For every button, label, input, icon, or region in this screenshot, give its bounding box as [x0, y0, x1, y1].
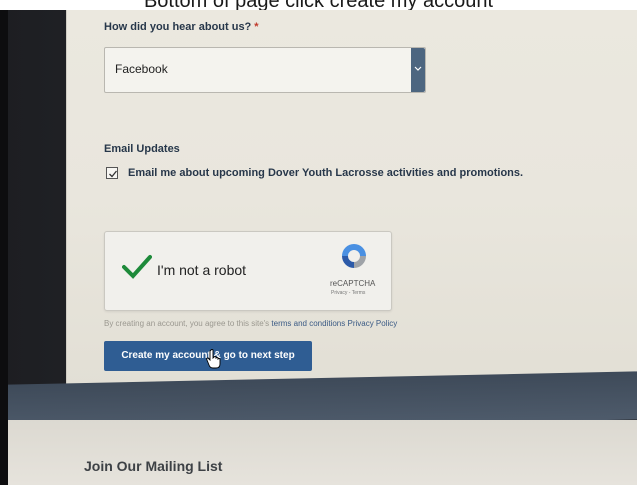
- referral-select[interactable]: Facebook: [104, 47, 426, 93]
- lower-page-section: [8, 420, 637, 485]
- referral-question-label: How did you hear about us? *: [104, 21, 259, 33]
- instruction-caption: Bottom of page click create my account: [0, 0, 637, 10]
- monitor-bezel: [0, 10, 8, 485]
- privacy-policy-link[interactable]: Privacy Policy: [347, 319, 397, 328]
- terms-link[interactable]: terms and conditions: [271, 319, 345, 328]
- checkmark-icon: [109, 170, 118, 178]
- hand-cursor-icon: [206, 349, 221, 369]
- recaptcha-widget: I'm not a robot reCAPTCHA Privacy - Term…: [104, 231, 392, 311]
- recaptcha-logo-icon: [342, 244, 366, 268]
- monitor-photo: How did you hear about us? * Facebook Ema…: [0, 10, 637, 485]
- email-updates-title: Email Updates: [104, 143, 180, 155]
- recaptcha-brand: reCAPTCHA: [330, 279, 376, 288]
- referral-select-value: Facebook: [115, 62, 168, 76]
- recaptcha-checkmark-icon[interactable]: [122, 254, 152, 280]
- required-marker: *: [254, 21, 259, 33]
- mailing-list-heading: Join Our Mailing List: [84, 458, 223, 474]
- recaptcha-terms[interactable]: Privacy - Terms: [331, 290, 365, 296]
- dropdown-toggle[interactable]: [411, 48, 425, 92]
- terms-consent-text: By creating an account, you agree to thi…: [104, 319, 397, 328]
- email-opt-in-checkbox[interactable]: [106, 167, 118, 179]
- email-opt-in-label[interactable]: Email me about upcoming Dover Youth Lacr…: [128, 167, 523, 179]
- consent-prefix: By creating an account, you agree to thi…: [104, 319, 270, 328]
- chevron-down-icon: [414, 66, 422, 71]
- recaptcha-label[interactable]: I'm not a robot: [157, 262, 246, 278]
